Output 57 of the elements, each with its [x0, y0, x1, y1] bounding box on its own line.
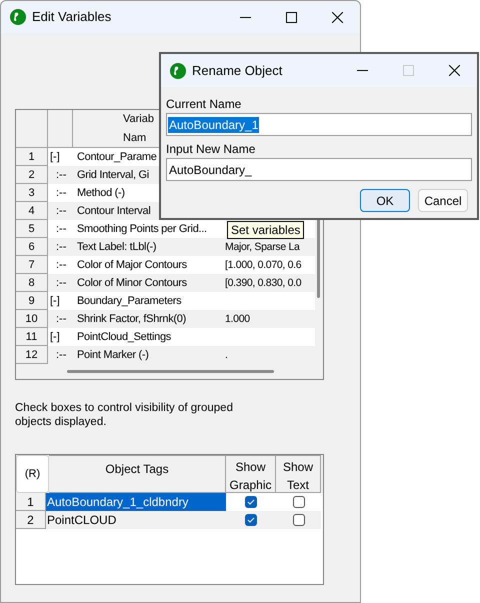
check-icon	[247, 517, 255, 523]
checkbox[interactable]	[292, 514, 304, 526]
text-field[interactable]: AutoBoundary_	[166, 158, 472, 181]
row-number: 10	[16, 310, 48, 328]
field-label: Current Name	[166, 96, 242, 113]
row-number: 6	[16, 238, 48, 256]
minimize-icon	[240, 16, 250, 18]
tree-marker[interactable]: :--	[48, 184, 73, 202]
cancel-button[interactable]: Cancel	[418, 189, 468, 212]
row-number: 5	[16, 220, 48, 238]
row-number: 12	[16, 346, 48, 364]
row-number: 1	[16, 493, 46, 511]
column-header: Object Tags	[49, 456, 226, 492]
tree-marker[interactable]: [-]	[48, 292, 73, 310]
row-number: 8	[16, 274, 48, 292]
variable-value: [1.000, 0.070, 0.6	[223, 256, 315, 274]
tooltip: Set variables	[227, 221, 304, 239]
maximize-icon	[286, 12, 296, 22]
variable-name: Boundary_Parameters	[73, 292, 223, 310]
corner-header[interactable]: (R)	[16, 455, 49, 493]
check-icon	[247, 499, 255, 505]
row-number: 2	[16, 511, 46, 529]
window-title: Edit Variables	[32, 8, 112, 26]
dialog-title: Rename Object	[192, 62, 282, 80]
variable-name: PointCloud_Settings	[73, 328, 223, 346]
object-tag[interactable]: AutoBoundary_1_cldbndry	[46, 493, 226, 511]
checkbox[interactable]	[245, 514, 257, 526]
column-header: Variab	[123, 112, 154, 127]
row-number: 11	[16, 328, 48, 346]
column-header: Show Graphic	[226, 456, 276, 492]
column-header: Show Text	[276, 456, 321, 492]
tree-marker[interactable]: :--	[48, 220, 73, 238]
tree-marker[interactable]: [-]	[48, 328, 73, 346]
close-icon	[332, 12, 342, 22]
object-tag[interactable]: PointCLOUD	[46, 511, 226, 529]
ok-button[interactable]: OK	[360, 189, 410, 212]
instructions-text: Check boxes to control visibility of grouped objects displayed.	[15, 401, 234, 429]
text-field[interactable]: AutoBoundary_1	[166, 113, 472, 136]
tree-marker[interactable]: [-]	[48, 148, 73, 166]
checkbox[interactable]	[292, 496, 304, 508]
minimize-icon	[356, 70, 368, 71]
row-number: 1	[16, 148, 48, 166]
tree-marker[interactable]: :--	[48, 256, 73, 274]
checkbox[interactable]	[245, 496, 257, 508]
globe-icon	[170, 62, 186, 78]
row-number: 2	[16, 166, 48, 184]
globe-icon	[10, 9, 26, 25]
variable-name: Smoothing Points per Grid...	[73, 220, 223, 238]
close-icon	[448, 65, 460, 76]
row-number: 7	[16, 256, 48, 274]
horizontal-scrollbar[interactable]	[67, 370, 274, 373]
row-number: 4	[16, 202, 48, 220]
row-number: 3	[16, 184, 48, 202]
variable-name: Color of Major Contours	[73, 256, 223, 274]
column-header: Nam	[123, 131, 148, 146]
row-number: 9	[16, 292, 48, 310]
maximize-icon	[402, 65, 414, 76]
